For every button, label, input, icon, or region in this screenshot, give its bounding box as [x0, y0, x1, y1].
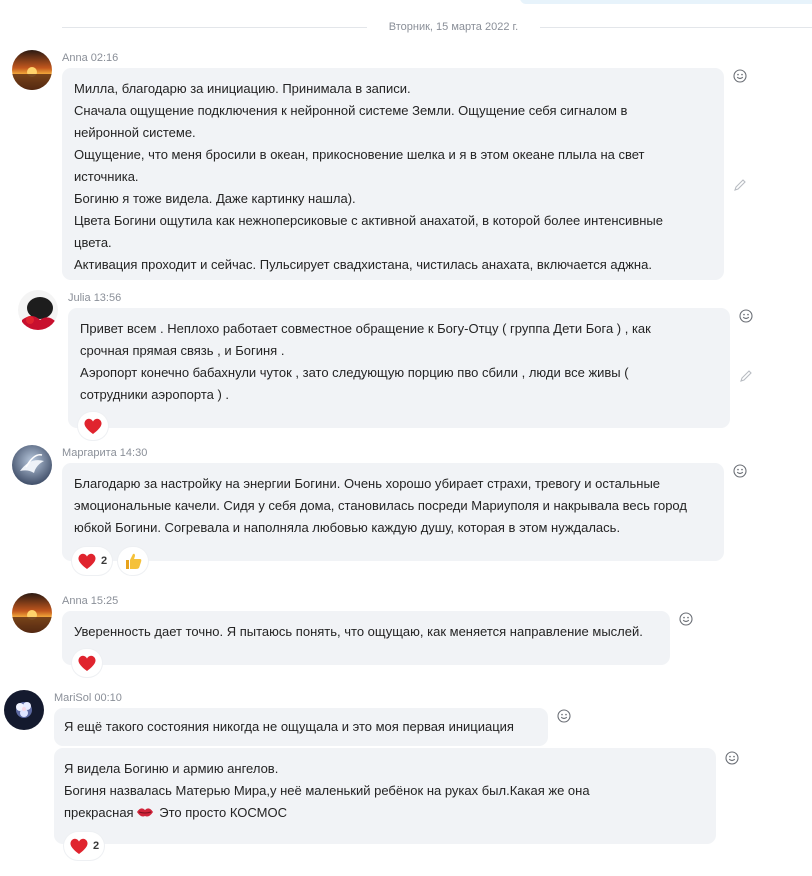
avatar-anna[interactable]	[12, 50, 52, 90]
message-line: юбкой Богини. Согревала и наполняла любо…	[74, 520, 621, 535]
message-line: Аэропорт конечно бабахнули чуток , зато …	[80, 365, 629, 380]
bird-avatar-image	[12, 445, 52, 485]
reactions-row: 2	[72, 547, 149, 575]
message-line: Я ещё такого состояния никогда не ощущал…	[64, 719, 514, 734]
heart-icon	[84, 418, 102, 434]
heart-icon	[78, 655, 96, 671]
add-reaction-smile-icon[interactable]	[733, 464, 747, 478]
date-separator-text: Вторник, 15 марта 2022 г.	[388, 21, 519, 33]
message-meta: Julia 13:56	[68, 292, 121, 304]
message-bubble[interactable]: Милла, благодарю за инициацию. Принимала…	[62, 68, 724, 280]
add-reaction-smile-icon[interactable]	[733, 69, 747, 83]
reaction-count: 2	[101, 555, 108, 567]
message-line: цвета.	[74, 235, 112, 250]
edit-pencil-icon[interactable]	[739, 369, 753, 383]
separator-line-right	[540, 27, 812, 28]
heart-icon	[78, 553, 96, 569]
author-name[interactable]: Anna	[62, 52, 88, 64]
message-time: 13:56	[93, 292, 122, 304]
reaction-heart[interactable]	[72, 649, 102, 677]
message-line: Цвета Богини ощутила как нежноперсиковые…	[74, 213, 663, 228]
message-line: Сначала ощущение подключения к нейронной…	[74, 103, 628, 118]
message-line: Уверенность дает точно. Я пытаюсь понять…	[74, 624, 643, 639]
avatar-anna[interactable]	[12, 593, 52, 633]
message-time: 02:16	[90, 52, 119, 64]
message-meta: Маргарита 14:30	[62, 447, 147, 459]
message-line: Благодарю за настройку на энергии Богини…	[74, 476, 661, 491]
reaction-heart[interactable]	[78, 412, 108, 440]
heart-icon	[70, 838, 88, 854]
message-bubble[interactable]: Я ещё такого состояния никогда не ощущал…	[54, 708, 548, 746]
message-text: прекрасная	[64, 805, 134, 820]
message-bubble[interactable]: Привет всем . Неплохо работает совместно…	[68, 308, 730, 440]
message-line-with-emoji: прекрасная Это просто КОСМОС	[64, 802, 706, 824]
message-bubble[interactable]: Благодарю за настройку на энергии Богини…	[62, 463, 724, 575]
message-line: эмоциональные качели. Сидя у себя дома, …	[74, 498, 687, 513]
flower-avatar-image	[4, 690, 44, 730]
avatar-marisol[interactable]	[4, 690, 44, 730]
kitten-avatar-image	[18, 290, 58, 330]
lips-emoji-icon	[136, 808, 153, 817]
author-name[interactable]: Маргарита	[62, 447, 117, 459]
add-reaction-smile-icon[interactable]	[679, 612, 693, 626]
author-name[interactable]: MariSol	[54, 692, 91, 704]
reaction-count: 2	[93, 840, 100, 852]
message-line: Богиня назвалась Матерью Мира,у неё мале…	[64, 783, 590, 798]
reaction-heart[interactable]: 2	[72, 547, 113, 575]
message-time: 00:10	[94, 692, 122, 704]
message-line: срочная прямая связь , и Богиня .	[80, 343, 285, 358]
message-meta: Anna 15:25	[62, 595, 118, 607]
message-time: 14:30	[119, 447, 148, 459]
message-line: Ощущение, что меня бросили в океан, прик…	[74, 147, 645, 162]
message-meta: MariSol 00:10	[54, 692, 122, 704]
sunset-avatar-image	[12, 593, 52, 633]
message-line: источника.	[74, 169, 139, 184]
message-bubble[interactable]: Я видела Богиню и армию ангелов. Богиня …	[54, 748, 716, 860]
message-bubble[interactable]: Уверенность дает точно. Я пытаюсь понять…	[62, 611, 670, 677]
message-line: Милла, благодарю за инициацию. Принимала…	[74, 81, 411, 96]
message-meta: Anna 02:16	[62, 52, 118, 64]
author-name[interactable]: Anna	[62, 595, 88, 607]
reactions-row	[72, 649, 102, 677]
avatar-margarita[interactable]	[12, 445, 52, 485]
author-name[interactable]: Julia	[68, 292, 91, 304]
edit-pencil-icon[interactable]	[733, 178, 747, 192]
message-text: Это просто КОСМОС	[159, 805, 287, 820]
previous-message-bubble-edge	[520, 0, 812, 4]
separator-line-left	[62, 27, 367, 28]
message-line: Привет всем . Неплохо работает совместно…	[80, 321, 651, 336]
message-line: сотрудники аэропорта ) .	[80, 387, 230, 402]
thumbs-up-icon	[126, 553, 142, 569]
message-line: Активация проходит и сейчас. Пульсирует …	[74, 257, 652, 272]
message-line: нейронной системе.	[74, 125, 196, 140]
add-reaction-smile-icon[interactable]	[725, 751, 739, 765]
reactions-row: 2	[64, 832, 105, 860]
add-reaction-smile-icon[interactable]	[557, 709, 571, 723]
add-reaction-smile-icon[interactable]	[739, 309, 753, 323]
message-time: 15:25	[90, 595, 119, 607]
message-line: Я видела Богиню и армию ангелов.	[64, 761, 279, 776]
message-line: Богиню я тоже видела. Даже картинку нашл…	[74, 191, 356, 206]
reactions-row	[78, 412, 108, 440]
sunset-avatar-image	[12, 50, 52, 90]
date-separator: Вторник, 15 марта 2022 г.	[0, 18, 812, 36]
reaction-thumbs-up[interactable]	[118, 547, 149, 575]
reaction-heart[interactable]: 2	[64, 832, 105, 860]
avatar-julia[interactable]	[18, 290, 58, 330]
